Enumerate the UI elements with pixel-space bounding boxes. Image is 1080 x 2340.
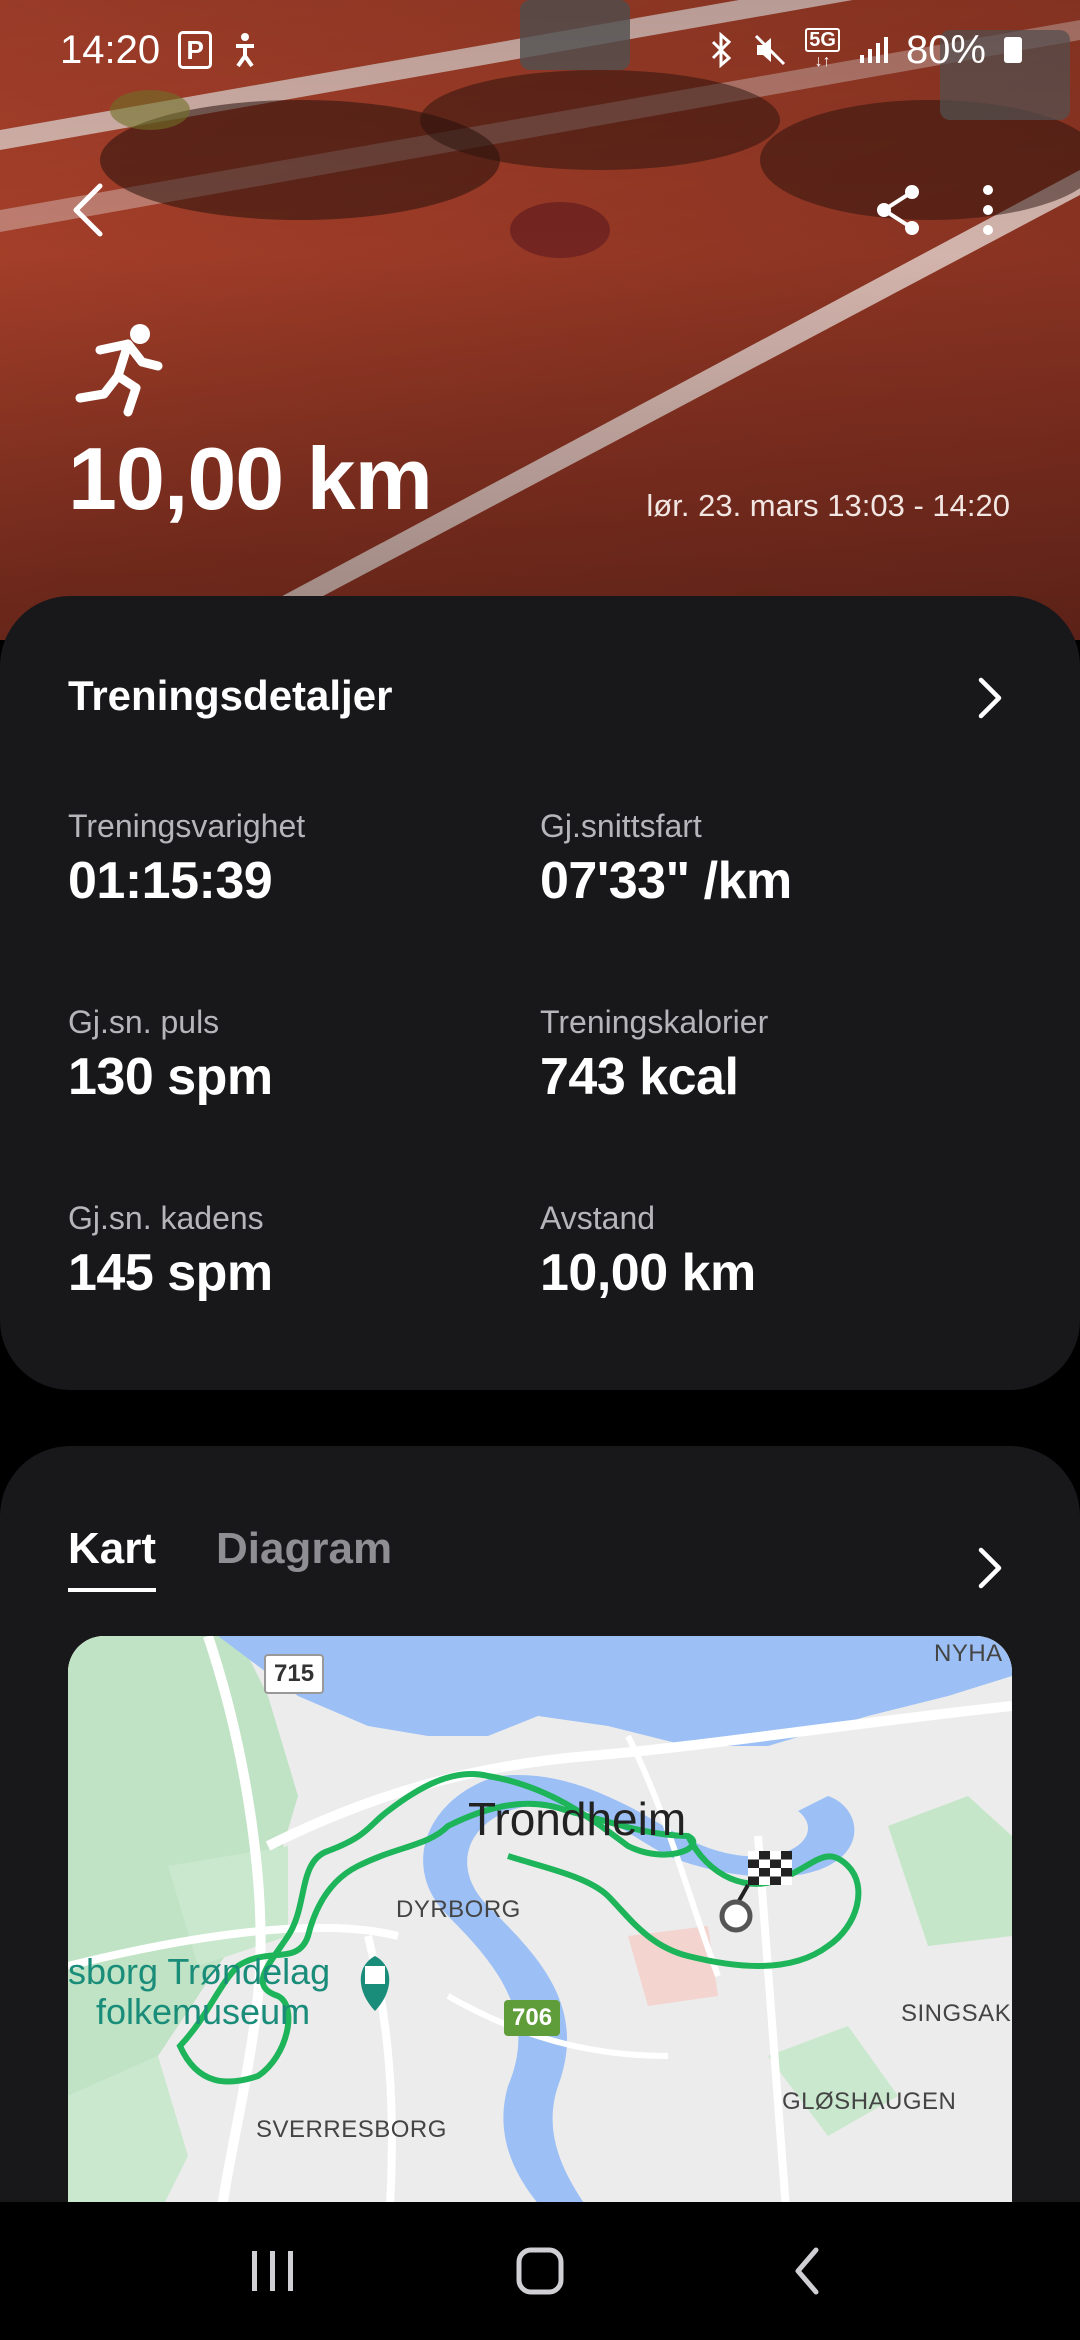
metric-value: 01:15:39	[68, 852, 273, 910]
route-map[interactable]: Trondheim DYRBORG SVERRESBORG GLØSHAUGEN…	[68, 1636, 1012, 2236]
training-details-title: Treningsdetaljer	[68, 672, 393, 719]
status-bar: 14:20 P 5G ↓↑ 80%	[0, 0, 1080, 100]
tab-map[interactable]: Kart	[68, 1524, 157, 1592]
map-label-museum-line1: sborg Trøndelag	[68, 1951, 331, 1992]
metric-value: 10,00 km	[540, 1244, 756, 1302]
metric-value: 145 spm	[68, 1244, 273, 1302]
metric-value: 07'33" /km	[540, 852, 792, 910]
home-button[interactable]	[480, 2221, 600, 2321]
training-details-open-button[interactable]	[950, 658, 1030, 738]
map-label-district: SINGSAKE	[901, 2000, 1012, 2027]
mute-icon	[753, 33, 787, 67]
parking-icon: P	[178, 31, 213, 69]
metric-duration: Treningsvarighet 01:15:39	[68, 808, 305, 911]
status-time: 14:20	[60, 27, 161, 72]
recent-apps-icon	[252, 2251, 294, 2291]
system-back-button[interactable]	[747, 2221, 867, 2321]
map-canvas	[68, 1636, 1012, 2236]
home-icon	[516, 2247, 564, 2295]
share-button[interactable]	[858, 170, 938, 250]
date-range: lør. 23. mars 13:03 - 14:20	[646, 488, 1010, 523]
recent-apps-button[interactable]	[213, 2221, 333, 2321]
training-details-card: Treningsdetaljer Treningsvarighet 01:15:…	[0, 596, 1080, 1390]
map-label-district: DYRBORG	[396, 1896, 521, 1923]
map-label-district: SVERRESBORG	[256, 2116, 447, 2143]
map-open-button[interactable]	[950, 1528, 1030, 1608]
system-navigation-bar	[0, 2202, 1080, 2340]
distance-title: 10,00 km	[68, 429, 433, 528]
status-right: 5G ↓↑ 80%	[709, 28, 1022, 73]
road-badge: 715	[264, 1654, 325, 1694]
app-bar	[0, 170, 1080, 260]
battery-icon	[1004, 37, 1022, 63]
chevron-right-icon	[978, 677, 1002, 719]
metric-distance: Avstand 10,00 km	[540, 1200, 756, 1303]
metric-calories: Treningskalorier 743 kcal	[540, 1004, 768, 1107]
bluetooth-icon	[709, 32, 735, 68]
battery-percent: 80%	[905, 27, 986, 72]
metric-label: Gj.sn. kadens	[68, 1200, 264, 1236]
share-icon	[877, 185, 919, 235]
hero-banner: 14:20 P 5G ↓↑ 80% 10,00 km lør. 23. mars…	[0, 0, 1080, 640]
metric-avg-heart-rate: Gj.sn. puls 130 spm	[68, 1004, 273, 1107]
network-type: 5G	[805, 28, 840, 52]
back-arrow-icon	[73, 183, 103, 237]
metric-label: Gj.sn. puls	[68, 1004, 220, 1040]
more-options-button[interactable]	[948, 170, 1028, 250]
running-icon	[70, 320, 170, 420]
metric-value: 130 spm	[68, 1048, 273, 1106]
metric-label: Gj.snittsfart	[540, 808, 702, 844]
tab-diagram[interactable]: Diagram	[216, 1524, 392, 1592]
map-label-district: NYHA	[934, 1640, 1003, 1667]
accessibility-icon	[230, 32, 260, 68]
metric-avg-cadence: Gj.sn. kadens 145 spm	[68, 1200, 273, 1303]
back-button[interactable]	[48, 170, 128, 250]
chevron-right-icon	[978, 1547, 1002, 1589]
more-vertical-icon	[983, 185, 993, 235]
map-label-city: Trondheim	[468, 1793, 687, 1845]
metric-label: Treningsvarighet	[68, 808, 306, 844]
map-tabs: Kart Diagram	[68, 1524, 392, 1592]
signal-icon	[858, 35, 888, 65]
metric-label: Avstand	[540, 1200, 656, 1236]
map-label-museum-line2: folkemuseum	[96, 1991, 311, 2032]
metric-avg-pace: Gj.snittsfart 07'33" /km	[540, 808, 792, 911]
metric-value: 743 kcal	[540, 1048, 739, 1106]
map-label-district: GLØSHAUGEN	[782, 2088, 957, 2115]
status-left: 14:20 P	[60, 28, 260, 73]
metric-label: Treningskalorier	[540, 1004, 769, 1040]
5g-icon: 5G ↓↑	[805, 28, 840, 72]
back-icon	[795, 2247, 819, 2295]
road-badge: 706	[504, 2000, 561, 2036]
